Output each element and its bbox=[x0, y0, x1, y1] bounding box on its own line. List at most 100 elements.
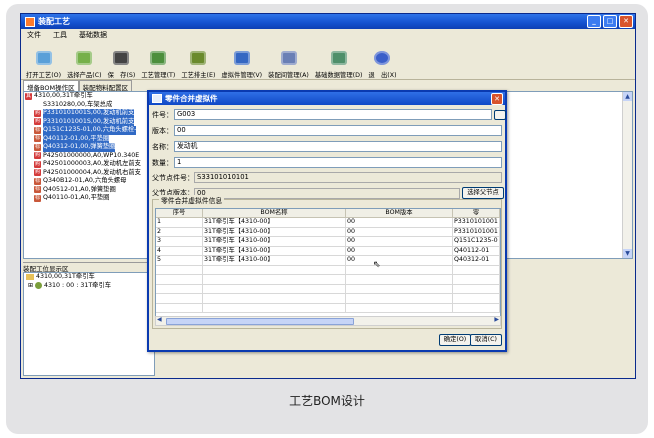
select-parent-button[interactable]: 选择父节点 bbox=[462, 187, 504, 199]
station-root[interactable]: 4310,00,31T牵引车 bbox=[24, 273, 154, 282]
exit-icon bbox=[371, 48, 393, 68]
toolbar-button[interactable]: 装配间管理(A) bbox=[265, 48, 312, 79]
part-no-label: 件号： bbox=[152, 110, 173, 119]
app-icon bbox=[25, 16, 35, 27]
col-bom-name[interactable]: BOM名称 bbox=[202, 209, 346, 218]
qty-input[interactable]: 1 bbox=[174, 157, 502, 168]
toolbar-button[interactable]: 选择产品(C) bbox=[64, 48, 105, 79]
right-pane-scrollbar[interactable]: ▲ ▼ bbox=[622, 92, 632, 258]
parent-ver-input: 00 bbox=[194, 187, 460, 199]
node-type-badge: 标 bbox=[34, 186, 41, 194]
table-hscroll-thumb[interactable] bbox=[166, 318, 354, 325]
table-row[interactable]: 5 31T牵引车【4310-00】 00 Q40312-01 bbox=[156, 255, 500, 266]
ok-button[interactable]: 确定(O) bbox=[439, 334, 471, 346]
table-cell: 31T牵引车【4310-00】 bbox=[202, 236, 346, 247]
col-bom-version[interactable]: BOM版本 bbox=[345, 209, 453, 218]
version-input[interactable]: 00 bbox=[174, 125, 502, 136]
select-product-icon bbox=[73, 48, 95, 68]
col-seq[interactable]: 序号 bbox=[156, 209, 203, 218]
tree-node[interactable]: 购 P3310101001S,00,发动机前支 bbox=[24, 109, 154, 118]
group-label: 零件合并虚拟件信息 bbox=[159, 195, 225, 205]
table-row[interactable]: 3 31T牵引车【4310-00】 00 Q151C1235-0 bbox=[156, 236, 500, 247]
scroll-right-icon[interactable]: ▶ bbox=[494, 316, 499, 323]
tree-node[interactable]: 购 P42501000003,A0,发动机左前支 bbox=[24, 160, 154, 169]
toolbar-button[interactable]: 退 出(X) bbox=[365, 48, 399, 79]
virtual-part-info-group: 零件合并虚拟件信息 序号 BOM名称 BOM版本 零 1 31T牵引车【4310-… bbox=[152, 195, 502, 329]
table-cell: 31T牵引车【4310-00】 bbox=[202, 227, 346, 237]
toolbar-button-label: 退 出(X) bbox=[368, 72, 397, 79]
node-type-badge: 标 bbox=[34, 177, 41, 185]
toolbar-button[interactable]: 虚拟件管理(V) bbox=[218, 48, 265, 79]
dialog-close-button[interactable]: ✕ bbox=[491, 92, 503, 105]
table-cell: 4 bbox=[156, 246, 203, 256]
col-part[interactable]: 零 bbox=[452, 209, 500, 218]
toolbar-button[interactable]: 打开工艺(O) bbox=[23, 48, 64, 79]
toolbar-button-label: 打开工艺(O) bbox=[26, 72, 62, 79]
scroll-up-icon[interactable]: ▲ bbox=[623, 92, 632, 101]
table-cell: 00 bbox=[345, 246, 453, 256]
station-tree[interactable]: 4310,00,31T牵引车 ⊞ 4310 : 00 : 31T牵引车 bbox=[23, 272, 155, 376]
name-input[interactable]: 发动机 bbox=[174, 141, 502, 152]
virtual-part-table[interactable]: 序号 BOM名称 BOM版本 零 1 31T牵引车【4310-00】 00 P3310… bbox=[155, 208, 501, 318]
part-no-lookup-button[interactable] bbox=[494, 109, 506, 120]
empty-table-row bbox=[156, 293, 500, 304]
left-pane: 增备BOM操作区 装配物料配置区 其 4310,00,31T牵引车 S3310280… bbox=[23, 80, 155, 376]
table-cell: 2 bbox=[156, 227, 203, 237]
expand-icon[interactable]: ⊞ bbox=[28, 282, 33, 291]
close-button[interactable]: ✕ bbox=[619, 15, 633, 28]
tab-material-config[interactable]: 装配物料配置区 bbox=[78, 80, 133, 92]
minimize-button[interactable]: _ bbox=[587, 15, 601, 28]
toolbar: 打开工艺(O) 选择产品(C) 保 存(S) 工艺管理(T) 工艺排主(E) 虚拟件管理(… bbox=[21, 41, 635, 80]
toolbar-button[interactable]: 保 存(S) bbox=[105, 48, 139, 79]
cancel-button[interactable]: 取消(C) bbox=[470, 334, 502, 346]
table-cell: Q151C1235-0 bbox=[452, 236, 500, 247]
toolbar-button[interactable]: 工艺排主(E) bbox=[178, 48, 218, 79]
node-type-badge: 标 bbox=[34, 143, 41, 151]
tree-node[interactable]: 购 P3310101001S,00,发动机前支 bbox=[24, 117, 154, 126]
part-no-input[interactable]: G003 bbox=[174, 109, 492, 120]
menu-file[interactable]: 文件 bbox=[27, 30, 41, 40]
tree-node[interactable]: 其 4310,00,31T牵引车 bbox=[24, 92, 154, 101]
toolbar-button-label: 装配间管理(A) bbox=[268, 72, 309, 79]
tree-node[interactable]: 标 Q40110-01,A0,平垫圈 bbox=[24, 194, 154, 203]
node-type-badge: 标 bbox=[34, 194, 41, 202]
open-process-icon bbox=[33, 48, 55, 68]
tree-node[interactable]: 标 Q340B12-01,A0,六角头螺母 bbox=[24, 177, 154, 186]
scroll-down-icon[interactable]: ▼ bbox=[623, 249, 632, 258]
toolbar-button[interactable]: 基础数据管理(D) bbox=[312, 48, 366, 79]
table-cell: 31T牵引车【4310-00】 bbox=[202, 255, 346, 266]
dialog-titlebar[interactable]: 零件合并虚拟件 ✕ bbox=[149, 92, 505, 105]
window-titlebar[interactable]: 装配工艺 _ □ ✕ bbox=[21, 14, 635, 29]
tree-node[interactable]: 标 Q40512-01,A0,弹簧垫圈 bbox=[24, 186, 154, 195]
toolbar-button[interactable]: 工艺管理(T) bbox=[138, 48, 178, 79]
tree-node[interactable]: S3310280,00,车架总成 bbox=[24, 101, 154, 110]
tree-node-label: Q40312-01,00,弹簧垫圈 bbox=[43, 143, 116, 152]
tree-node[interactable]: 标 Q40112-01,00,平垫圈 bbox=[24, 134, 154, 143]
table-row[interactable]: 4 31T牵引车【4310-00】 00 Q40112-01 bbox=[156, 246, 500, 256]
scroll-left-icon[interactable]: ◀ bbox=[157, 316, 162, 323]
qty-label: 数量： bbox=[152, 158, 173, 167]
table-hscrollbar[interactable]: ◀ ▶ bbox=[155, 316, 501, 326]
tree-node[interactable]: 购 P42501000004,A0,发动机右前支 bbox=[24, 169, 154, 178]
bom-tree[interactable]: 其 4310,00,31T牵引车 S3310280,00,车架总成购 P3310101… bbox=[23, 91, 155, 259]
menu-tools[interactable]: 工具 bbox=[53, 30, 67, 40]
tree-node[interactable]: 标 Q151C1235-01,00,六角头螺栓- bbox=[24, 126, 154, 135]
merge-virtual-part-dialog: 零件合并虚拟件 ✕ 件号： G003 版本： 00 名称： 发动机 数量： 1 … bbox=[147, 90, 507, 352]
maximize-button[interactable]: □ bbox=[603, 15, 617, 28]
menu-base-data[interactable]: 基础数据 bbox=[79, 30, 107, 40]
tree-node-label: P42501000004,A0,发动机右前支 bbox=[43, 168, 141, 176]
table-row[interactable]: 1 31T牵引车【4310-00】 00 P3310101001 bbox=[156, 217, 500, 228]
figure-caption: 工艺BOM设计 bbox=[289, 394, 365, 408]
station-icon bbox=[35, 282, 43, 290]
node-type-badge: 购 bbox=[34, 109, 41, 117]
tab-bom-ops[interactable]: 增备BOM操作区 bbox=[23, 80, 79, 92]
tree-node[interactable]: 标 Q40312-01,00,弹簧垫圈 bbox=[24, 143, 154, 152]
tree-node[interactable]: 购 P42501000000,A0,WP10.340E bbox=[24, 152, 154, 161]
tree-node-label: P42501000000,A0,WP10.340E bbox=[43, 151, 140, 159]
node-type-badge: 购 bbox=[34, 169, 41, 177]
station-child[interactable]: ⊞ 4310 : 00 : 31T牵引车 bbox=[24, 282, 154, 291]
assembly-room-icon bbox=[278, 48, 300, 68]
table-row[interactable]: 2 31T牵引车【4310-00】 00 P3310101001 bbox=[156, 227, 500, 237]
tree-node-label: S3310280,00,车架总成 bbox=[43, 100, 113, 108]
dialog-icon bbox=[152, 94, 162, 103]
